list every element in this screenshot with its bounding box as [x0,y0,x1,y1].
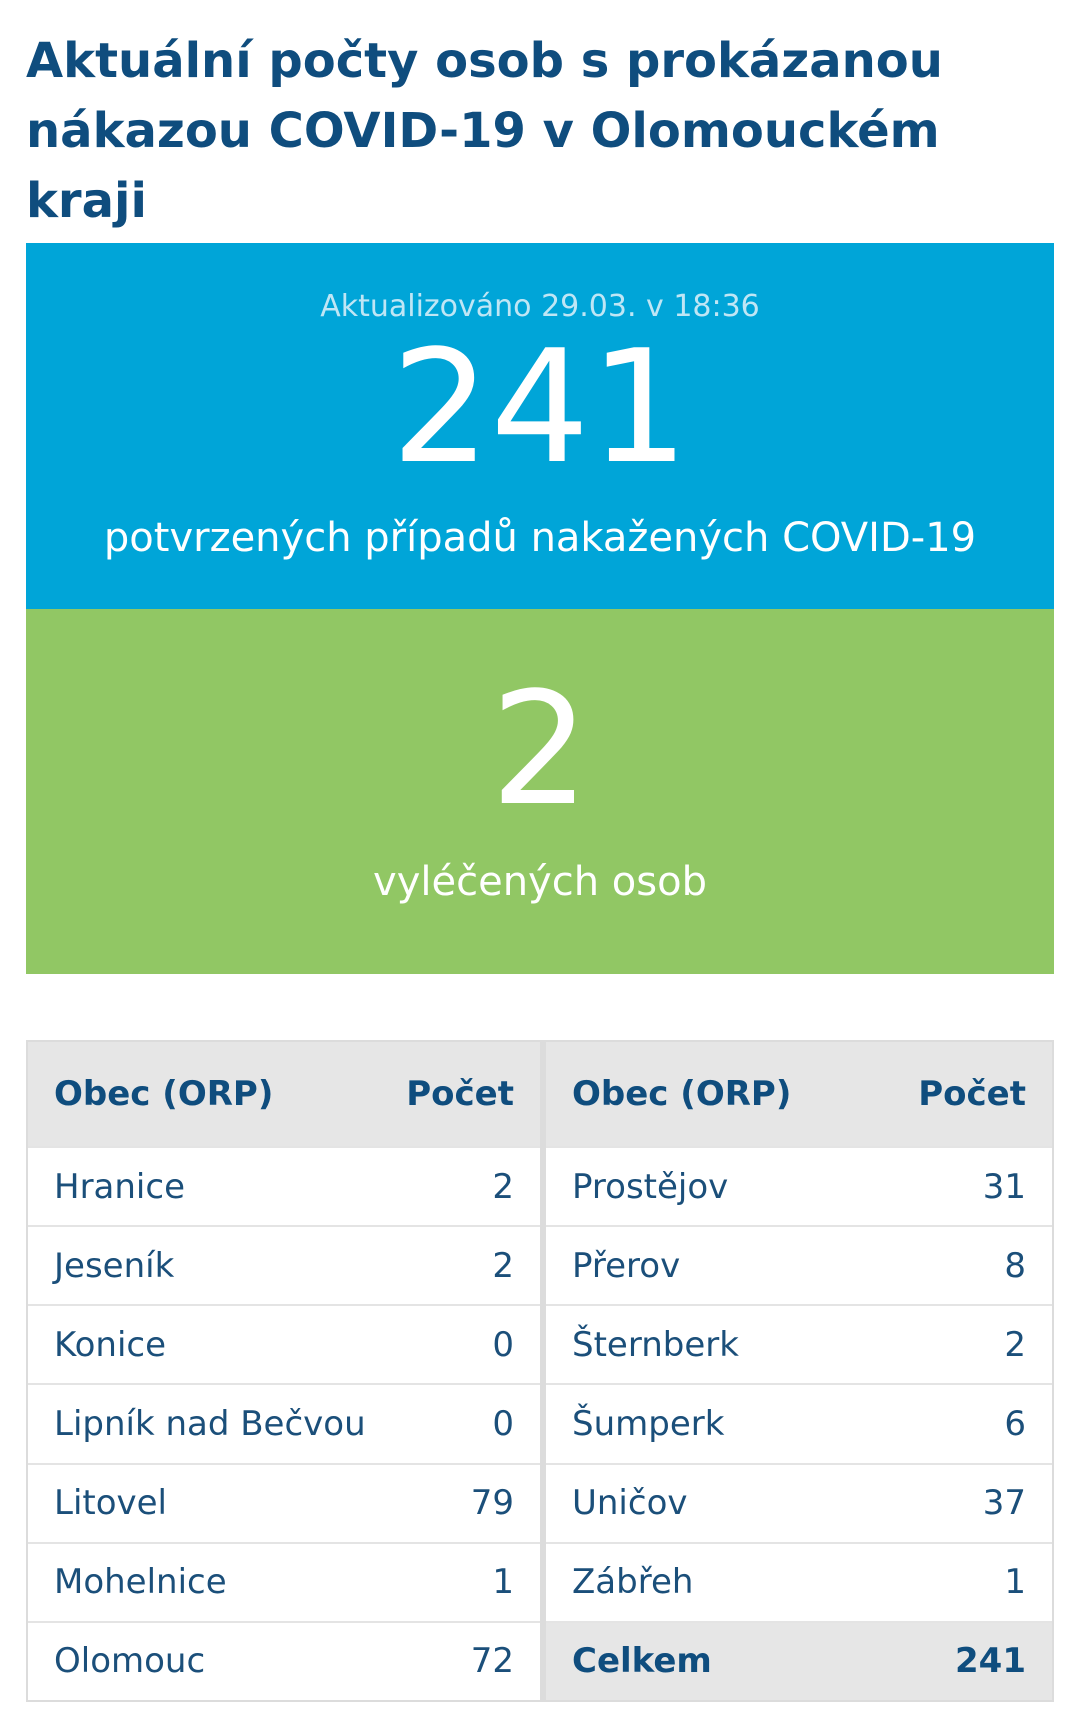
column-header-count: Počet [890,1042,1052,1147]
cell-name: Olomouc [28,1620,378,1700]
cell-count: 37 [890,1462,1052,1543]
table-row: Zábřeh 1 [543,1541,1052,1622]
cell-name: Uničov [543,1462,890,1543]
table-row: Konice 0 [28,1304,540,1385]
total-row: Celkem 241 [543,1620,1052,1700]
table-row: Jeseník 2 [28,1225,540,1306]
orp-tables: Obec (ORP) Počet Hranice 2 Jeseník 2 Kon… [26,1040,1054,1702]
cell-name: Litovel [28,1462,378,1543]
cell-count: 1 [378,1541,540,1622]
confirmed-count: 241 [391,316,689,498]
column-header-name: Obec (ORP) [543,1042,890,1147]
confirmed-caption: potvrzených případů nakažených COVID-19 [103,515,977,561]
table-header-row: Obec (ORP) Počet [28,1042,540,1147]
cell-count: 72 [378,1620,540,1700]
cell-name: Zábřeh [543,1541,890,1622]
table-row: Hranice 2 [28,1145,540,1227]
cell-name: Lipník nad Bečvou [28,1383,378,1464]
table-row: Lipník nad Bečvou 0 [28,1383,540,1464]
cell-count: 2 [378,1225,540,1306]
cell-count: 8 [890,1225,1052,1306]
table-row: Přerov 8 [543,1225,1052,1306]
cell-name: Prostějov [543,1145,890,1227]
table-row: Šumperk 6 [543,1383,1052,1464]
table-row: Šternberk 2 [543,1304,1052,1385]
cell-name: Konice [28,1304,378,1385]
confirmed-cases-panel: Aktualizováno 29.03. v 18:36 241 potvrze… [26,243,1054,609]
table-row: Olomouc 72 [28,1620,540,1700]
table-row: Uničov 37 [543,1462,1052,1543]
recovered-panel: 2 vyléčených osob [26,609,1054,974]
cell-count: 31 [890,1145,1052,1227]
cell-count: 0 [378,1304,540,1385]
cell-count: 2 [890,1304,1052,1385]
column-header-count: Počet [378,1042,540,1147]
orp-table-left: Obec (ORP) Počet Hranice 2 Jeseník 2 Kon… [28,1042,540,1700]
total-label: Celkem [543,1620,890,1700]
cell-name: Šumperk [543,1383,890,1464]
table-row: Litovel 79 [28,1462,540,1543]
cell-count: 1 [890,1541,1052,1622]
cell-count: 79 [378,1462,540,1543]
page: Aktuální počty osob s prokázanou nákazou… [0,0,1079,1722]
table-header-row: Obec (ORP) Počet [543,1042,1052,1147]
column-header-name: Obec (ORP) [28,1042,378,1147]
cell-name: Jeseník [28,1225,378,1306]
total-count: 241 [890,1620,1052,1700]
cell-name: Šternberk [543,1304,890,1385]
cell-name: Hranice [28,1145,378,1227]
recovered-count: 2 [490,658,590,840]
cell-name: Přerov [543,1225,890,1306]
cell-count: 6 [890,1383,1052,1464]
cell-count: 0 [378,1383,540,1464]
cell-count: 2 [378,1145,540,1227]
cell-name: Mohelnice [28,1541,378,1622]
page-title: Aktuální počty osob s prokázanou nákazou… [26,33,943,229]
table-row: Mohelnice 1 [28,1541,540,1622]
recovered-caption: vyléčených osob [373,859,707,905]
table-row: Prostějov 31 [543,1145,1052,1227]
orp-table-right: Obec (ORP) Počet Prostějov 31 Přerov 8 Š… [540,1042,1052,1700]
